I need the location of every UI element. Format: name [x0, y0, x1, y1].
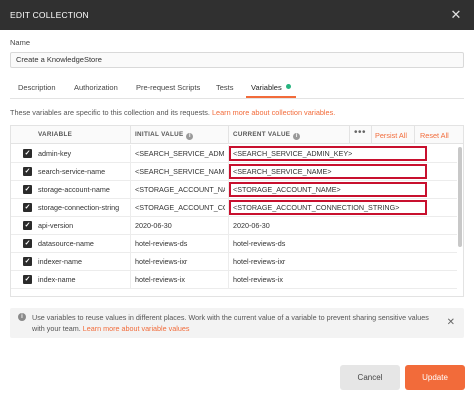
- name-label: Name: [10, 38, 31, 47]
- tab-tests[interactable]: Tests: [216, 83, 234, 92]
- variable-cell[interactable]: storage-connection-string: [38, 203, 128, 212]
- row-checkbox[interactable]: ✓: [23, 167, 32, 176]
- row-checkbox[interactable]: ✓: [23, 221, 32, 230]
- variable-cell[interactable]: search-service-name: [38, 167, 128, 176]
- table-row: ✓ api-version 2020-06-30 2020-06-30: [11, 217, 457, 235]
- table-header: VARIABLE INITIAL VALUE i CURRENT VALUE i •…: [11, 126, 463, 144]
- variable-cell[interactable]: index-name: [38, 275, 128, 284]
- learn-more-variable-values-link[interactable]: Learn more about variable values: [83, 324, 190, 333]
- tab-variables-label: Variables: [251, 83, 282, 92]
- info-icon[interactable]: i: [186, 133, 194, 140]
- variable-cell[interactable]: api-version: [38, 221, 128, 230]
- row-checkbox[interactable]: ✓: [23, 149, 32, 158]
- persist-all-button[interactable]: Persist All: [375, 131, 407, 140]
- table-row: ✓ search-service-name <SEARCH_SERVICE_NA…: [11, 163, 457, 181]
- initial-value-cell[interactable]: <SEARCH_SERVICE_ADMIN_KEY>: [135, 149, 225, 158]
- close-icon[interactable]: ✕: [447, 317, 455, 328]
- tab-description[interactable]: Description: [18, 83, 56, 92]
- initial-value-cell[interactable]: hotel-reviews-ds: [135, 239, 225, 248]
- info-icon[interactable]: i: [293, 133, 301, 140]
- variables-intro: These variables are specific to this col…: [10, 108, 335, 117]
- header-divider: [371, 126, 372, 144]
- current-value-cell[interactable]: hotel-reviews-ixr: [233, 257, 423, 266]
- header-initial-value: INITIAL VALUE i: [135, 131, 194, 140]
- table-scrollbar[interactable]: [457, 145, 462, 295]
- header-variable: VARIABLE: [38, 131, 73, 138]
- tab-authorization[interactable]: Authorization: [74, 83, 118, 92]
- header-divider: [228, 126, 229, 144]
- current-value-cell[interactable]: 2020-06-30: [233, 221, 423, 230]
- table-row: ✓ storage-connection-string <STORAGE_ACC…: [11, 199, 457, 217]
- column-divider: [228, 271, 229, 289]
- variable-cell[interactable]: storage-account-name: [38, 185, 128, 194]
- header-current-value-label: CURRENT VALUE: [233, 131, 291, 138]
- initial-value-cell[interactable]: <STORAGE_ACCOUNT_CONNECTION_STRING>: [135, 203, 225, 212]
- column-divider: [228, 217, 229, 235]
- current-value-cell[interactable]: hotel-reviews-ds: [233, 239, 423, 248]
- variable-info-banner: i Use variables to reuse values in diffe…: [10, 308, 464, 338]
- table-row: ✓ indexer-name hotel-reviews-ixr hotel-r…: [11, 253, 457, 271]
- table-row: ✓ storage-account-name <STORAGE_ACCOUNT_…: [11, 181, 457, 199]
- header-initial-value-label: INITIAL VALUE: [135, 131, 184, 138]
- row-checkbox[interactable]: ✓: [23, 185, 32, 194]
- variable-cell[interactable]: admin-key: [38, 149, 128, 158]
- header-divider: [130, 126, 131, 144]
- current-value-highlight: [229, 146, 427, 161]
- reset-all-button[interactable]: Reset All: [420, 131, 449, 140]
- initial-value-cell[interactable]: <STORAGE_ACCOUNT_NAME>: [135, 185, 225, 194]
- tab-pre-request-scripts[interactable]: Pre-request Scripts: [136, 83, 200, 92]
- update-button[interactable]: Update: [405, 365, 465, 390]
- initial-value-cell[interactable]: hotel-reviews-ix: [135, 275, 225, 284]
- info-icon: i: [18, 313, 26, 321]
- more-options-icon[interactable]: •••: [354, 127, 366, 138]
- column-divider: [130, 199, 131, 217]
- tab-variables[interactable]: Variables: [246, 83, 296, 98]
- column-divider: [130, 253, 131, 271]
- header-current-value: CURRENT VALUE i: [233, 131, 301, 140]
- row-checkbox[interactable]: ✓: [23, 275, 32, 284]
- column-divider: [228, 253, 229, 271]
- row-checkbox[interactable]: ✓: [23, 203, 32, 212]
- column-divider: [130, 163, 131, 181]
- current-value-highlight: [229, 182, 427, 197]
- table-row: ✓ admin-key <SEARCH_SERVICE_ADMIN_KEY> <…: [11, 145, 457, 163]
- current-value-cell[interactable]: hotel-reviews-ix: [233, 275, 423, 284]
- dialog-title: EDIT COLLECTION: [10, 10, 89, 20]
- header-divider: [349, 126, 350, 144]
- intro-text: These variables are specific to this col…: [10, 108, 212, 117]
- initial-value-cell[interactable]: <SEARCH_SERVICE_NAME>: [135, 167, 225, 176]
- close-icon[interactable]: ✕: [448, 7, 464, 23]
- collection-name-input[interactable]: Create a KnowledgeStore: [10, 52, 464, 68]
- variable-cell[interactable]: indexer-name: [38, 257, 128, 266]
- header-divider: [414, 126, 415, 144]
- column-divider: [228, 235, 229, 253]
- scrollbar-thumb[interactable]: [458, 147, 462, 247]
- variables-table: VARIABLE INITIAL VALUE i CURRENT VALUE i •…: [10, 125, 464, 297]
- column-divider: [130, 271, 131, 289]
- initial-value-cell[interactable]: hotel-reviews-ixr: [135, 257, 225, 266]
- table-row: ✓ index-name hotel-reviews-ix hotel-revi…: [11, 271, 457, 289]
- current-value-highlight: [229, 164, 427, 179]
- column-divider: [130, 145, 131, 163]
- cancel-button[interactable]: Cancel: [340, 365, 400, 390]
- variables-indicator-dot: [285, 84, 291, 89]
- learn-more-collection-variables-link[interactable]: Learn more about collection variables.: [212, 108, 335, 117]
- column-divider: [130, 235, 131, 253]
- table-row: ✓ datasource-name hotel-reviews-ds hotel…: [11, 235, 457, 253]
- row-checkbox[interactable]: ✓: [23, 257, 32, 266]
- column-divider: [130, 181, 131, 199]
- current-value-highlight: [229, 200, 427, 215]
- column-divider: [130, 217, 131, 235]
- initial-value-cell[interactable]: 2020-06-30: [135, 221, 225, 230]
- info-banner-text: Use variables to reuse values in differe…: [32, 312, 432, 334]
- dialog-titlebar: EDIT COLLECTION ✕: [0, 0, 474, 30]
- variable-cell[interactable]: datasource-name: [38, 239, 128, 248]
- row-checkbox[interactable]: ✓: [23, 239, 32, 248]
- tab-bar: Description Authorization Pre-request Sc…: [10, 79, 464, 99]
